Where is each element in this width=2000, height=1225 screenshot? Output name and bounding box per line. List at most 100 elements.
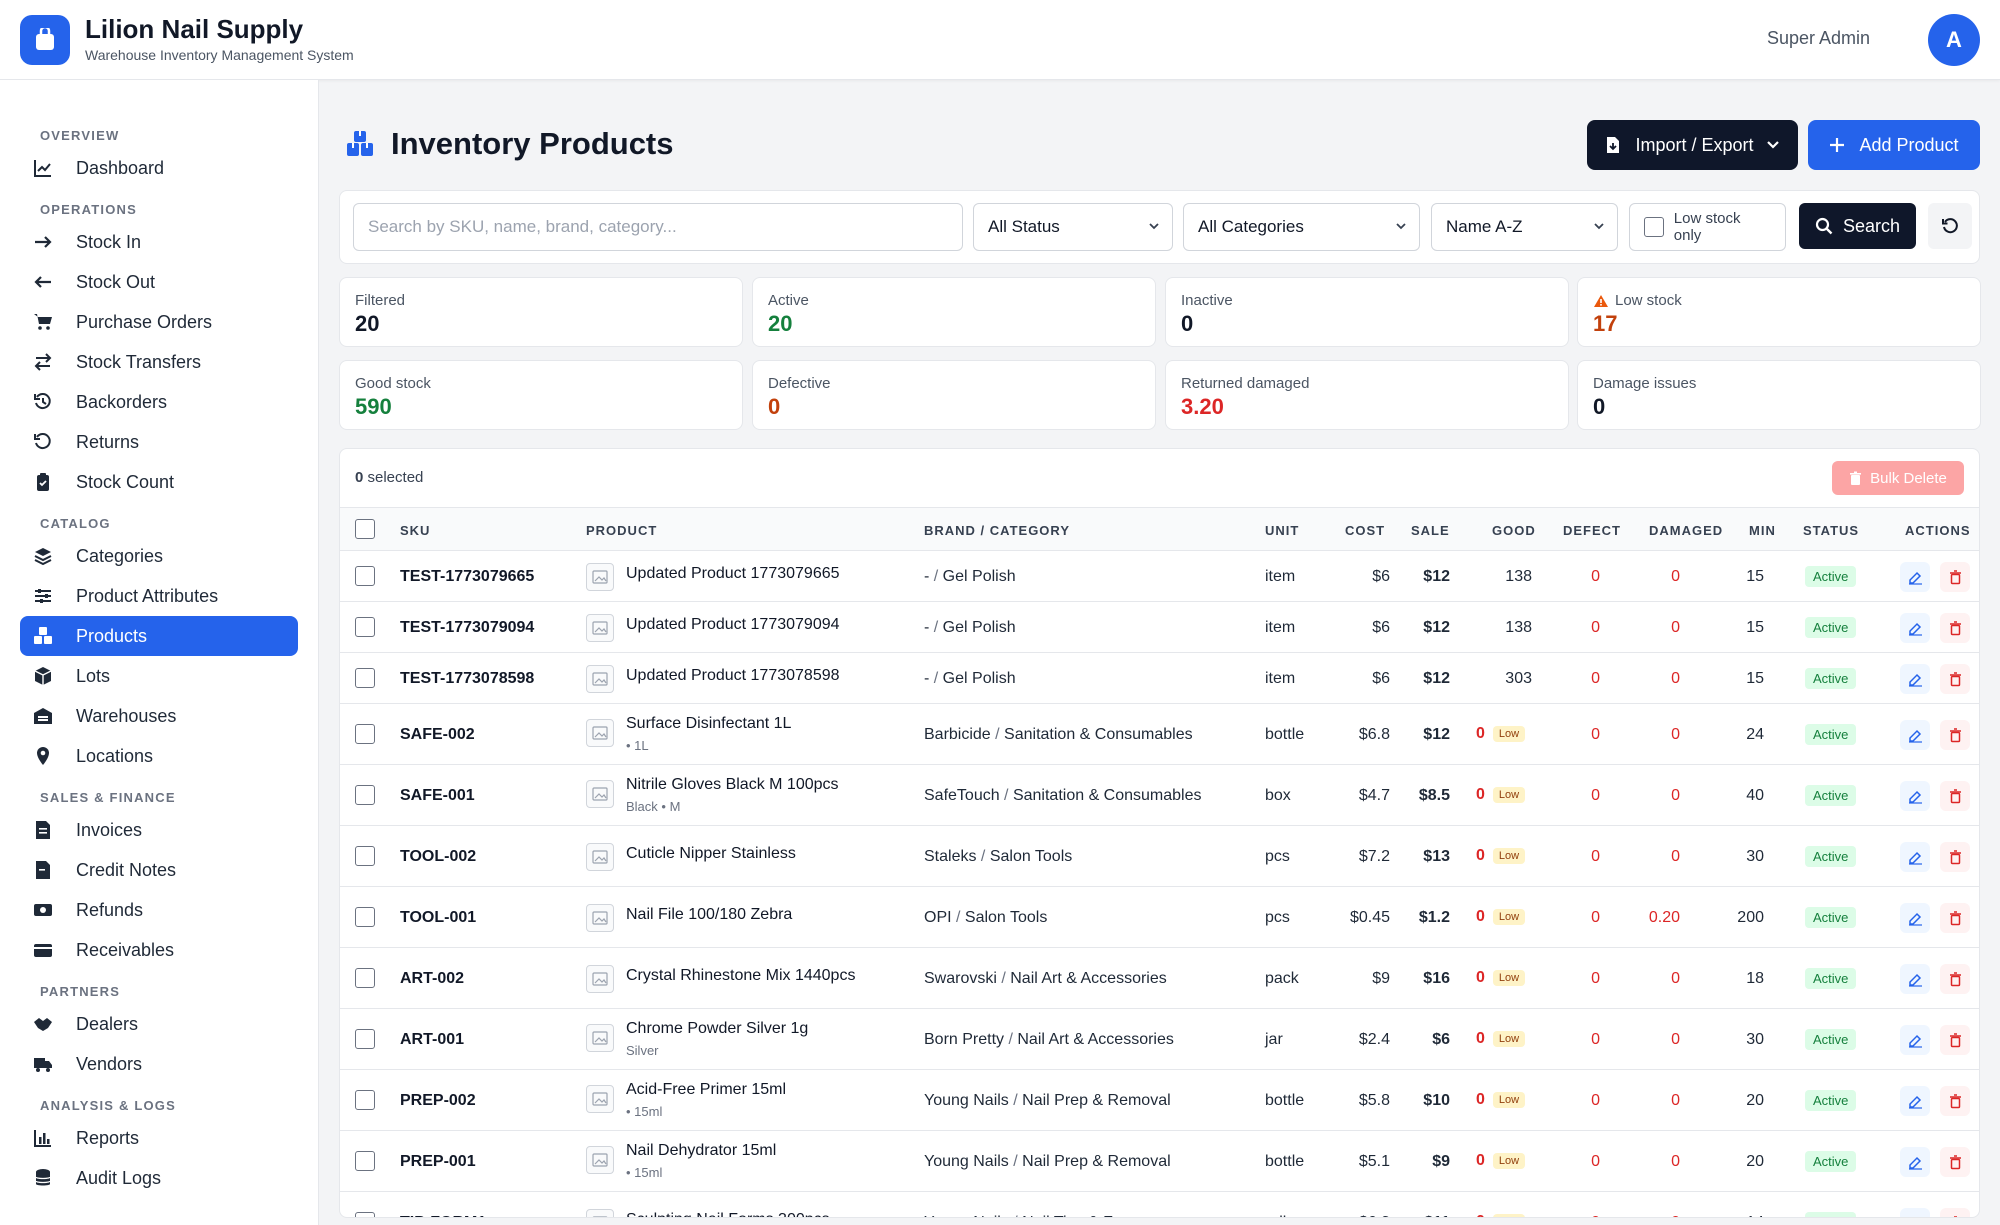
- sidebar-item-lots[interactable]: Lots: [20, 656, 298, 696]
- sidebar-item-purchase-orders[interactable]: Purchase Orders: [20, 302, 298, 342]
- table-row[interactable]: ART-002 Crystal Rhinestone Mix 1440pcs S…: [340, 948, 1979, 1009]
- table-row[interactable]: TOOL-002 Cuticle Nipper Stainless Stalek…: [340, 826, 1979, 887]
- sidebar-item-dealers[interactable]: Dealers: [20, 1004, 298, 1044]
- row-checkbox[interactable]: [355, 566, 375, 586]
- column-header-min[interactable]: MIN: [1749, 523, 1776, 538]
- add-product-button[interactable]: Add Product: [1808, 120, 1980, 170]
- low-stock-checkbox[interactable]: [1644, 217, 1664, 237]
- import-export-button[interactable]: Import / Export: [1587, 120, 1798, 170]
- sidebar-item-locations[interactable]: Locations: [20, 736, 298, 776]
- sidebar-item-backorders[interactable]: Backorders: [20, 382, 298, 422]
- sidebar-item-stock-transfers[interactable]: Stock Transfers: [20, 342, 298, 382]
- table-row[interactable]: PREP-001 Nail Dehydrator 15ml • 15ml You…: [340, 1131, 1979, 1192]
- image-placeholder-icon: [592, 1153, 608, 1167]
- edit-button[interactable]: [1900, 720, 1930, 750]
- row-checkbox[interactable]: [355, 785, 375, 805]
- table-row[interactable]: PREP-002 Acid-Free Primer 15ml • 15ml Yo…: [340, 1070, 1979, 1131]
- delete-button[interactable]: [1940, 720, 1970, 750]
- column-header-sku[interactable]: SKU: [400, 523, 430, 538]
- delete-button[interactable]: [1940, 562, 1970, 592]
- delete-button[interactable]: [1940, 781, 1970, 811]
- user-name[interactable]: Super Admin: [1767, 28, 1870, 49]
- sidebar-item-warehouses[interactable]: Warehouses: [20, 696, 298, 736]
- status-select[interactable]: All Status: [973, 203, 1173, 251]
- edit-button[interactable]: [1900, 1086, 1930, 1116]
- delete-button[interactable]: [1940, 664, 1970, 694]
- table-row[interactable]: TOOL-001 Nail File 100/180 Zebra OPI / S…: [340, 887, 1979, 948]
- reset-filters-button[interactable]: [1928, 203, 1972, 249]
- row-checkbox[interactable]: [355, 1151, 375, 1171]
- column-header-damaged[interactable]: DAMAGED: [1649, 523, 1723, 538]
- sidebar-item-categories[interactable]: Categories: [20, 536, 298, 576]
- sidebar-item-reports[interactable]: Reports: [20, 1118, 298, 1158]
- delete-button[interactable]: [1940, 964, 1970, 994]
- category-select[interactable]: All Categories: [1183, 203, 1420, 251]
- sidebar-item-returns[interactable]: Returns: [20, 422, 298, 462]
- low-stock-toggle[interactable]: Low stock only: [1629, 203, 1786, 251]
- bulk-delete-button[interactable]: Bulk Delete: [1832, 461, 1964, 495]
- row-checkbox[interactable]: [355, 907, 375, 927]
- edit-button[interactable]: [1900, 562, 1930, 592]
- sidebar-item-dashboard[interactable]: Dashboard: [20, 148, 298, 188]
- row-checkbox[interactable]: [355, 1090, 375, 1110]
- delete-button[interactable]: [1940, 1086, 1970, 1116]
- delete-button[interactable]: [1940, 1147, 1970, 1177]
- row-checkbox[interactable]: [355, 617, 375, 637]
- column-header-cost[interactable]: COST: [1345, 523, 1385, 538]
- row-checkbox[interactable]: [355, 724, 375, 744]
- table-row[interactable]: SAFE-001 Nitrile Gloves Black M 100pcs B…: [340, 765, 1979, 826]
- edit-button[interactable]: [1900, 964, 1930, 994]
- sidebar-item-audit-logs[interactable]: Audit Logs: [20, 1158, 298, 1198]
- delete-button[interactable]: [1940, 613, 1970, 643]
- search-button[interactable]: Search: [1799, 203, 1916, 249]
- delete-button[interactable]: [1940, 1025, 1970, 1055]
- sidebar-item-refunds[interactable]: Refunds: [20, 890, 298, 930]
- row-defect: 0: [1591, 909, 1600, 926]
- edit-button[interactable]: [1900, 842, 1930, 872]
- app-logo[interactable]: [20, 15, 70, 65]
- delete-button[interactable]: [1940, 903, 1970, 933]
- sidebar-item-invoices[interactable]: Invoices: [20, 810, 298, 850]
- table-row[interactable]: ART-001 Chrome Powder Silver 1g Silver B…: [340, 1009, 1979, 1070]
- table-row[interactable]: TIP-FORM1 Sculpting Nail Forms 300pcs Yo…: [340, 1192, 1979, 1217]
- column-header-product[interactable]: PRODUCT: [586, 523, 657, 538]
- table-row[interactable]: TEST-1773079094 Updated Product 17730790…: [340, 602, 1979, 653]
- column-header-status[interactable]: STATUS: [1803, 523, 1859, 538]
- sidebar-item-product-attributes[interactable]: Product Attributes: [20, 576, 298, 616]
- edit-button[interactable]: [1900, 613, 1930, 643]
- row-checkbox[interactable]: [355, 1029, 375, 1049]
- row-checkbox[interactable]: [355, 968, 375, 988]
- sidebar-item-vendors[interactable]: Vendors: [20, 1044, 298, 1084]
- select-all-checkbox[interactable]: [355, 519, 375, 539]
- sidebar-item-label: Stock Transfers: [76, 351, 202, 372]
- column-header-sale[interactable]: SALE: [1411, 523, 1450, 538]
- table-row[interactable]: SAFE-002 Surface Disinfectant 1L • 1L Ba…: [340, 704, 1979, 765]
- sidebar-item-stock-in[interactable]: Stock In: [20, 222, 298, 262]
- row-good-value: 0: [1476, 786, 1485, 803]
- edit-button[interactable]: [1900, 1147, 1930, 1177]
- delete-button[interactable]: [1940, 842, 1970, 872]
- column-header-defect[interactable]: DEFECT: [1563, 523, 1621, 538]
- delete-button[interactable]: [1940, 1208, 1970, 1217]
- column-header-brand-category[interactable]: BRAND / CATEGORY: [924, 523, 1070, 538]
- edit-button[interactable]: [1900, 1025, 1930, 1055]
- sidebar-item-products[interactable]: Products: [20, 616, 298, 656]
- row-checkbox[interactable]: [355, 1212, 375, 1217]
- search-input[interactable]: Search by SKU, name, brand, category...: [353, 203, 963, 251]
- edit-button[interactable]: [1900, 1208, 1930, 1217]
- avatar[interactable]: A: [1928, 14, 1980, 66]
- row-checkbox[interactable]: [355, 668, 375, 688]
- sidebar-item-stock-count[interactable]: Stock Count: [20, 462, 298, 502]
- sidebar-item-credit-notes[interactable]: Credit Notes: [20, 850, 298, 890]
- table-row[interactable]: TEST-1773078598 Updated Product 17730785…: [340, 653, 1979, 704]
- sidebar-item-receivables[interactable]: Receivables: [20, 930, 298, 970]
- sort-select[interactable]: Name A-Z: [1431, 203, 1618, 251]
- table-row[interactable]: TEST-1773079665 Updated Product 17730796…: [340, 551, 1979, 602]
- edit-button[interactable]: [1900, 781, 1930, 811]
- sidebar-item-stock-out[interactable]: Stock Out: [20, 262, 298, 302]
- row-checkbox[interactable]: [355, 846, 375, 866]
- edit-button[interactable]: [1900, 903, 1930, 933]
- edit-button[interactable]: [1900, 664, 1930, 694]
- column-header-good[interactable]: GOOD: [1492, 523, 1536, 538]
- column-header-unit[interactable]: UNIT: [1265, 523, 1299, 538]
